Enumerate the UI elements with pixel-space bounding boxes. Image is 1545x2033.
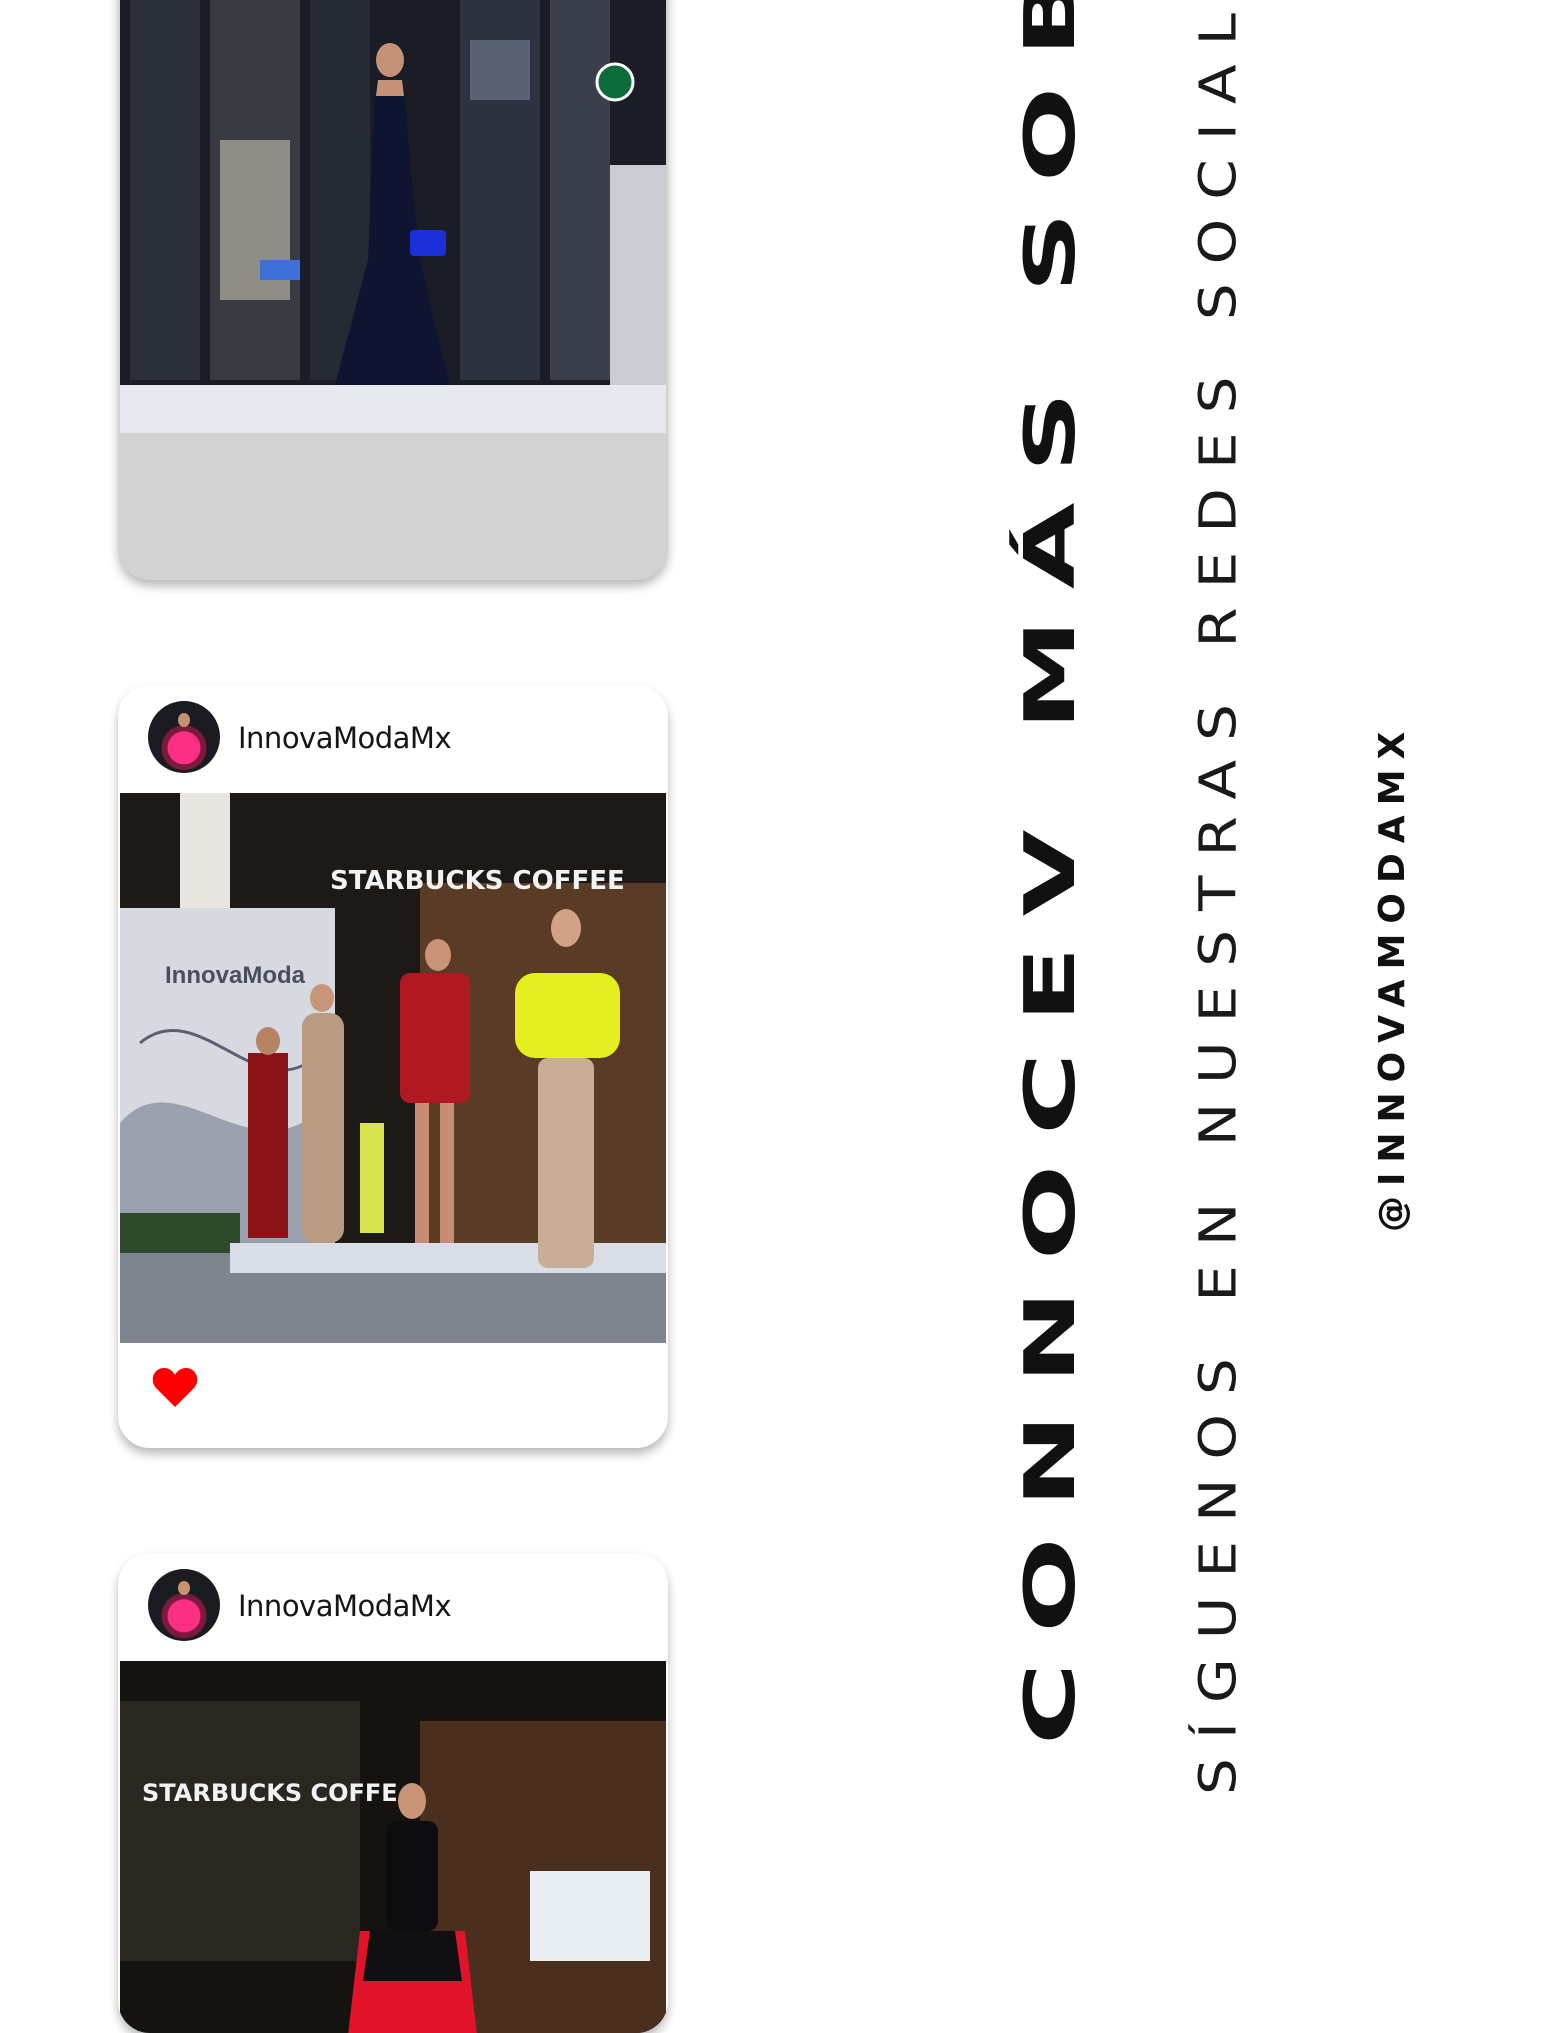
starbucks-sign: STARBUCKS COFFE: [142, 1779, 398, 1807]
post-username[interactable]: InnovaModaMx: [238, 1589, 452, 1623]
follow-us-text: SÍGUENOS EN NUESTRAS REDES SOCIALES: [1188, 0, 1248, 1795]
post-photo[interactable]: STARBUCKS COFFE: [120, 1661, 666, 2033]
headline-text: CONNOCEV MÁS SOBRE: [1010, 0, 1091, 1745]
post-username[interactable]: InnovaModaMx: [238, 721, 452, 755]
post-photo[interactable]: [120, 0, 666, 433]
starbucks-sign: STARBUCKS COFFEE: [330, 866, 625, 896]
user-avatar[interactable]: [148, 1569, 220, 1641]
social-handle[interactable]: @INNOVAMODAMX: [1372, 722, 1413, 1232]
heart-like-icon[interactable]: [152, 1367, 198, 1409]
post-card-3[interactable]: InnovaModaMx STARBUCKS COFFE: [118, 1553, 668, 2033]
post-card-1[interactable]: [118, 0, 668, 580]
user-avatar[interactable]: [148, 701, 220, 773]
post-card-2[interactable]: InnovaModaMx STARBUCKS COFFEE InnovaModa: [118, 685, 668, 1448]
innovamoda-banner-text: InnovaModa: [165, 962, 306, 989]
post-header: InnovaModaMx: [118, 1553, 668, 1661]
post-header: InnovaModaMx: [118, 685, 668, 793]
post-photo[interactable]: STARBUCKS COFFEE InnovaModa: [120, 793, 666, 1343]
